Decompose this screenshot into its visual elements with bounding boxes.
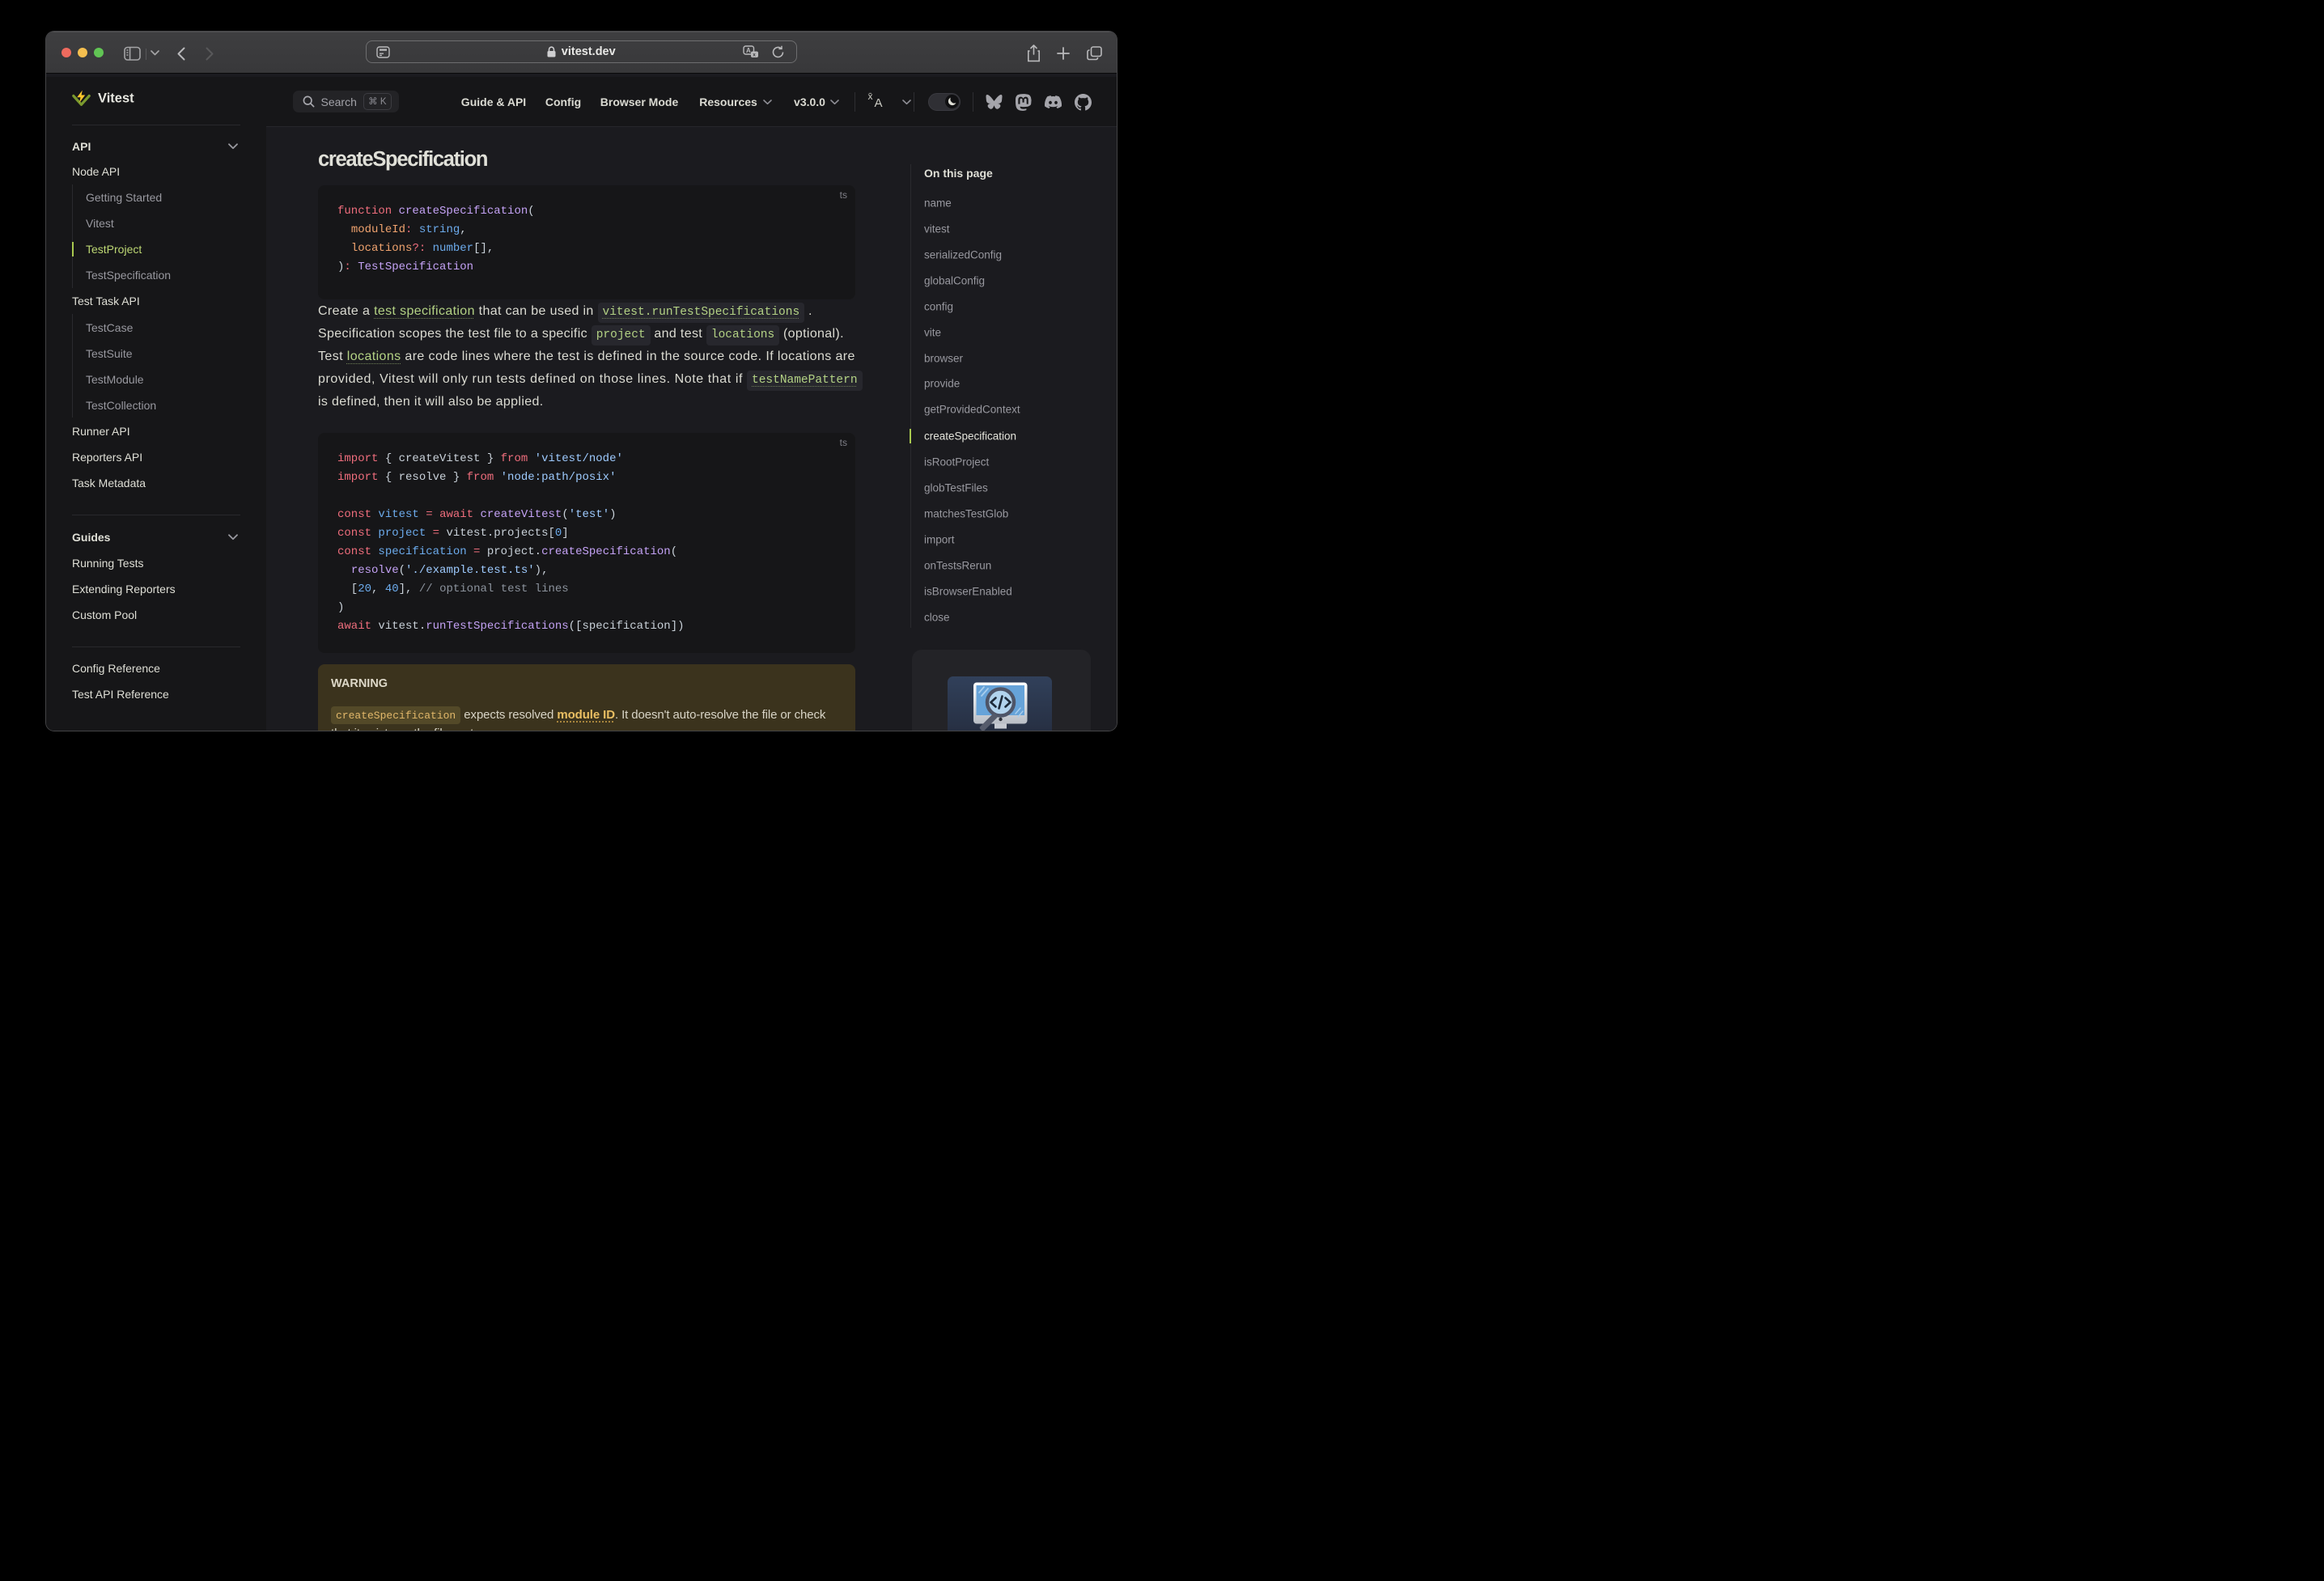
svg-text:x: x bbox=[753, 52, 756, 57]
svg-text:A: A bbox=[746, 47, 751, 54]
